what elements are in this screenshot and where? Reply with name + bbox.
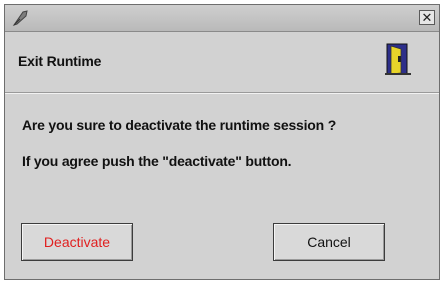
instruction-message: If you agree push the "deactivate" butto… <box>22 153 292 169</box>
dialog-header: Exit Runtime <box>5 32 439 93</box>
close-button[interactable]: ✕ <box>419 10 435 25</box>
exit-runtime-dialog: ✕ Exit Runtime Are you sure to deactivat… <box>4 4 440 280</box>
exit-door-icon <box>385 43 411 75</box>
close-icon: ✕ <box>421 10 433 25</box>
title-bar[interactable]: ✕ <box>5 5 439 32</box>
dialog-title: Exit Runtime <box>18 53 102 69</box>
deactivate-button[interactable]: Deactivate <box>21 223 133 261</box>
cancel-button[interactable]: Cancel <box>273 223 385 261</box>
confirm-message: Are you sure to deactivate the runtime s… <box>22 117 337 133</box>
app-feather-icon <box>12 10 28 26</box>
